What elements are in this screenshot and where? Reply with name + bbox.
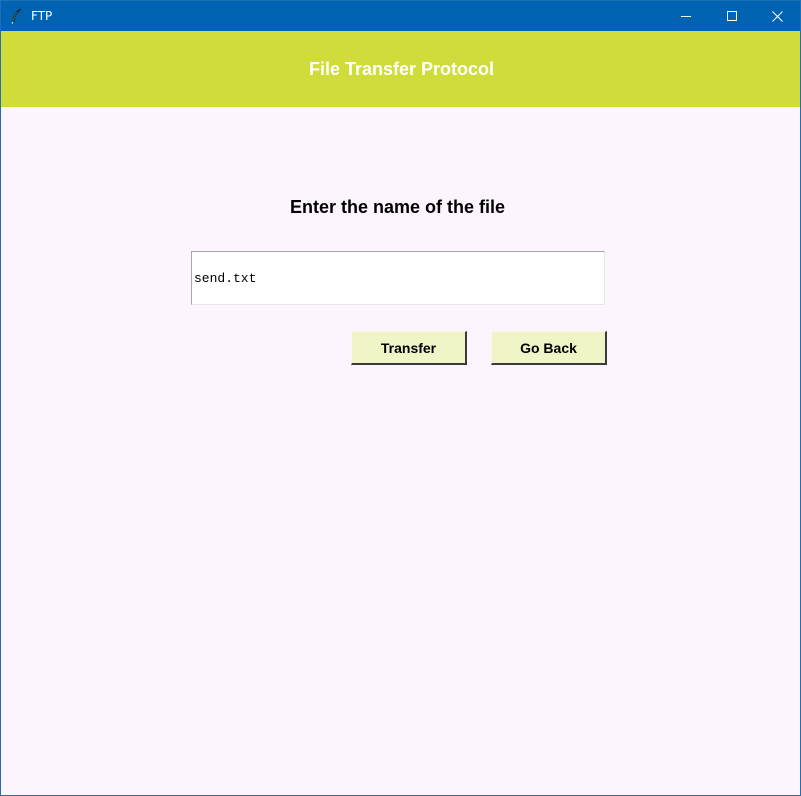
filename-prompt: Enter the name of the file	[289, 197, 506, 217]
maximize-button[interactable]	[709, 1, 755, 31]
title-bar[interactable]: FTP	[1, 1, 800, 31]
minimize-icon	[681, 11, 691, 21]
feather-icon	[10, 8, 24, 24]
close-icon	[771, 10, 783, 22]
transfer-button[interactable]: Transfer	[351, 331, 467, 365]
minimize-button[interactable]	[663, 1, 709, 31]
filename-input[interactable]	[191, 251, 605, 305]
header-title: File Transfer Protocol	[308, 58, 495, 79]
app-window: FTP File Transfer Protocol Enter the nam…	[0, 0, 801, 796]
maximize-icon	[727, 11, 737, 21]
go-back-button[interactable]: Go Back	[491, 331, 607, 365]
window-title: FTP	[31, 9, 53, 23]
close-button[interactable]	[754, 1, 800, 31]
app-header: File Transfer Protocol	[1, 31, 800, 107]
